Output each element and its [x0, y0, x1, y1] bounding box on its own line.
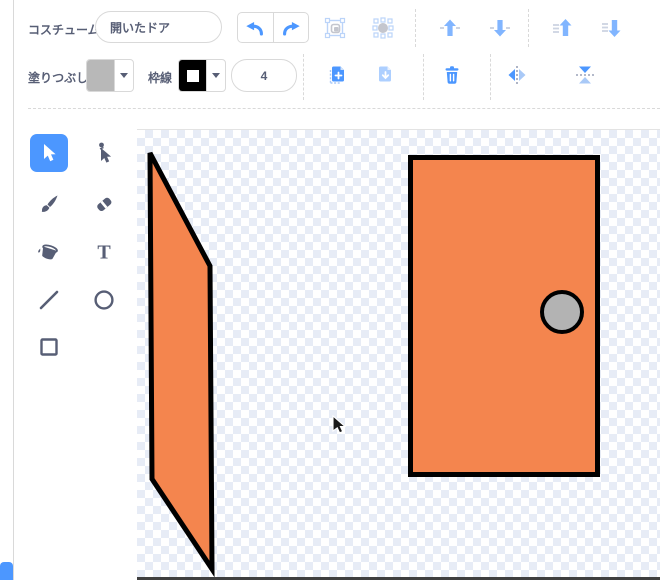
canvas-drawing: [147, 151, 600, 578]
layer-back-icon: [602, 20, 621, 37]
mouse-cursor: [332, 414, 347, 434]
chevron-down-icon: [212, 73, 220, 78]
front-button[interactable]: [547, 12, 579, 44]
chevron-down-icon: [120, 73, 128, 78]
costume-name-input[interactable]: [95, 11, 222, 43]
tool-reshape[interactable]: [85, 134, 123, 172]
layer-backward-icon: [490, 20, 510, 37]
back-button[interactable]: [596, 12, 628, 44]
flip-vertical-button[interactable]: [569, 59, 601, 91]
paint-canvas[interactable]: [137, 129, 660, 580]
tool-circle[interactable]: [85, 281, 123, 319]
layer-forward-icon: [440, 19, 460, 36]
delete-button[interactable]: [436, 59, 468, 91]
layer-front-icon: [553, 19, 572, 36]
paint-bucket-icon: [38, 244, 58, 260]
fill-color-swatch: [87, 60, 115, 91]
outline-caret: [207, 60, 225, 91]
copy-button[interactable]: [322, 59, 354, 91]
panel-divider: [13, 0, 14, 580]
toolbar-divider: [423, 54, 424, 100]
svg-text:T: T: [97, 242, 111, 264]
text-tool-icon: T: [97, 242, 111, 264]
fill-caret: [115, 60, 133, 91]
add-costume-button-sliver[interactable]: [0, 562, 13, 580]
undo-icon: [246, 21, 264, 36]
select-arrow-icon: [44, 144, 56, 162]
stroke-width-input[interactable]: [231, 59, 297, 92]
ungroup-icon: [372, 17, 394, 39]
ungroup-button[interactable]: [367, 12, 399, 44]
flip-vertical-icon: [576, 66, 594, 84]
flip-horizontal-icon: [508, 66, 526, 84]
circle-tool-icon: [94, 290, 114, 310]
outline-swatch-inner: [186, 69, 199, 82]
outline-label: 枠線: [148, 71, 173, 85]
paste-icon: [379, 66, 391, 82]
toolbar-divider: [415, 9, 416, 47]
reshape-icon: [99, 142, 112, 163]
rectangle-tool-icon: [40, 338, 58, 356]
open-door-side-shape[interactable]: [147, 151, 215, 578]
fill-label: 塗りつぶし: [28, 71, 89, 85]
costume-label: コスチューム: [28, 23, 100, 37]
tool-fill[interactable]: [30, 233, 68, 271]
group-icon: [324, 17, 346, 39]
eraser-icon: [97, 197, 112, 212]
trash-icon: [445, 66, 459, 84]
line-tool-icon: [39, 290, 59, 310]
group-button[interactable]: [319, 12, 351, 44]
tool-text[interactable]: T: [85, 233, 123, 271]
forward-button[interactable]: [434, 12, 466, 44]
redo-button[interactable]: [272, 13, 309, 42]
toolbar-divider: [490, 54, 491, 100]
outline-color-swatch: [179, 60, 207, 91]
tool-select[interactable]: [30, 134, 68, 172]
tool-eraser[interactable]: [85, 185, 123, 223]
fill-color-picker[interactable]: [86, 59, 134, 92]
undo-button[interactable]: [238, 13, 273, 42]
toolbar-divider: [303, 54, 304, 100]
tool-line[interactable]: [30, 281, 68, 319]
backward-button[interactable]: [484, 12, 516, 44]
copy-icon: [329, 66, 344, 84]
toolbar-divider: [528, 9, 529, 47]
door-knob-shape[interactable]: [540, 290, 584, 334]
paint-editor: コスチューム 開いたドア 塗りつぶし 枠線 4 T: [0, 0, 660, 580]
toolbar-bottom-divider: [28, 108, 660, 109]
tool-brush[interactable]: [30, 185, 68, 223]
outline-color-picker[interactable]: [178, 59, 226, 92]
brush-icon: [41, 195, 58, 212]
flip-horizontal-button[interactable]: [501, 59, 533, 91]
undo-redo-group: [237, 12, 309, 43]
tool-rectangle[interactable]: [30, 328, 68, 366]
redo-icon: [282, 21, 300, 36]
paste-button[interactable]: [369, 59, 401, 91]
